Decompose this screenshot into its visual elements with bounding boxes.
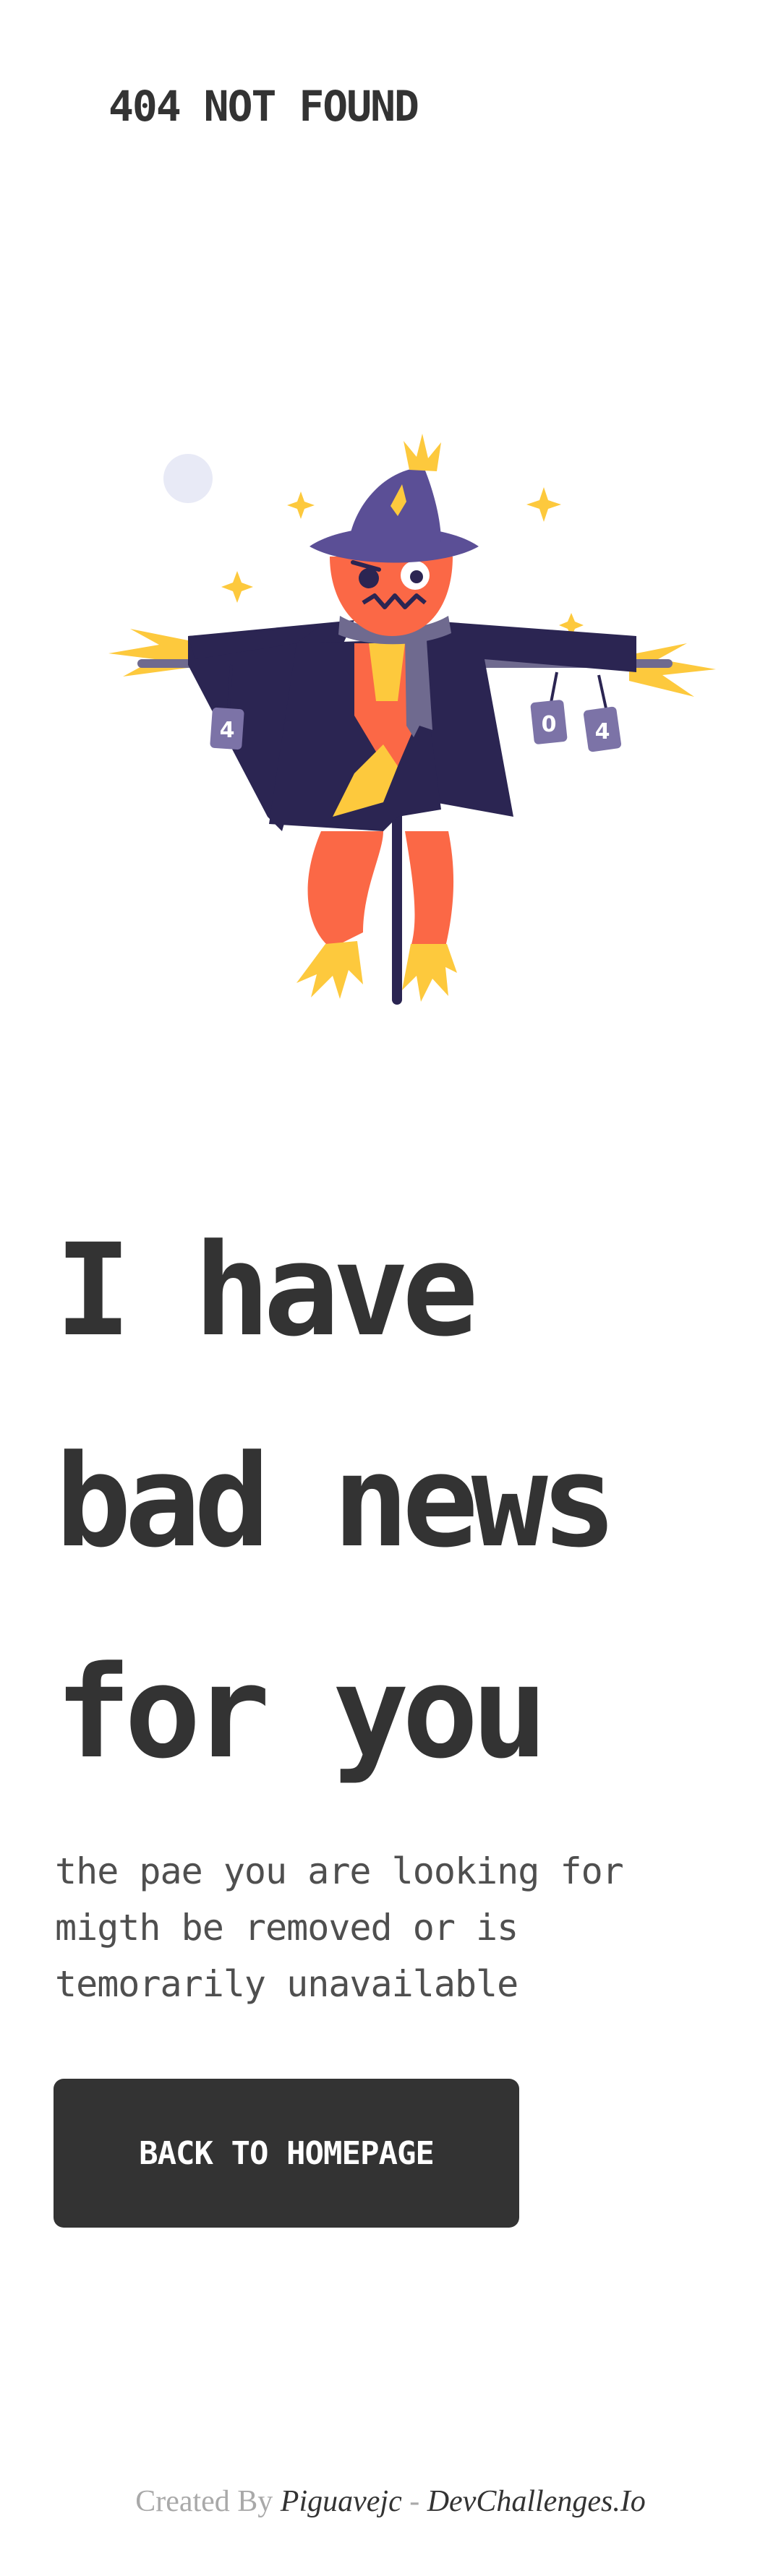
moon-icon [163, 454, 213, 503]
error-description: the pae you are looking for migth be rem… [55, 1843, 749, 2012]
headline: I have bad news for you [55, 1185, 764, 1819]
footer: Created By Piguavejc - DevChallenges.Io [0, 2486, 781, 2517]
description-line: the pae you are looking for [55, 1850, 624, 1892]
can-label: 0 [542, 712, 557, 737]
scarecrow-illustration: 4 0 4 [80, 426, 716, 1005]
scarecrow-icon: 4 0 4 [108, 434, 716, 1005]
can-label: 4 [220, 718, 235, 743]
footer-prefix: Created By [135, 2485, 281, 2518]
author-link[interactable]: Piguavejc [281, 2485, 402, 2518]
headline-line: for you [55, 1639, 548, 1787]
can-label: 4 [595, 719, 610, 744]
footer-separator: - [401, 2485, 427, 2518]
devchallenges-link[interactable]: DevChallenges.Io [427, 2485, 646, 2518]
back-to-homepage-button[interactable]: BACK TO HOMEPAGE [54, 2079, 519, 2228]
headline-line: I have [55, 1216, 479, 1365]
description-line: temorarily unavailable [55, 1963, 518, 2005]
page-title: 404 NOT FOUND [108, 82, 419, 131]
description-line: migth be removed or is [55, 1907, 518, 1949]
headline-line: bad news [55, 1427, 618, 1576]
